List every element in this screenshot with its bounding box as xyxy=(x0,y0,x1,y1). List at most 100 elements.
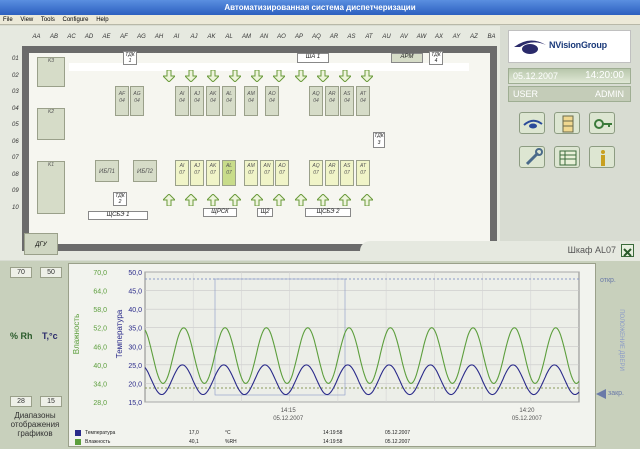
ups-2[interactable]: ИБП2 xyxy=(133,160,157,182)
cabinet[interactable]: AN 07 xyxy=(260,160,274,186)
cabinet-row: 04 xyxy=(248,98,254,104)
cabinet-id: AO xyxy=(268,91,276,97)
cabinet-row: 04 xyxy=(269,98,275,104)
company-logo: NVisionGroup xyxy=(508,30,631,63)
tdk-4[interactable]: ТДК 4 xyxy=(429,51,443,65)
settings-button[interactable] xyxy=(519,146,545,168)
cabinet[interactable]: AT 07 xyxy=(356,160,370,186)
cabinet[interactable]: AI 04 xyxy=(175,86,189,116)
close-button[interactable] xyxy=(621,244,634,257)
status-panel: NVisionGroup 05.12.2007 14:20:00 USER AD… xyxy=(500,26,640,260)
tdk-1[interactable]: ТДК 1 xyxy=(123,51,137,65)
ups-label: ИБП2 xyxy=(137,169,153,175)
cabinet-k2[interactable]: K2 xyxy=(37,108,65,140)
menu-view[interactable]: View xyxy=(20,17,33,23)
cabinet-k1[interactable]: K1 xyxy=(37,161,65,214)
eye-icon xyxy=(523,119,543,129)
table-button[interactable] xyxy=(554,146,580,168)
cabinet-k3[interactable]: K3 xyxy=(37,57,65,87)
ups-1[interactable]: ИБП1 xyxy=(95,160,119,182)
cabinet[interactable]: AM 07 xyxy=(244,160,258,186)
panel-shch[interactable]: Щ2 xyxy=(257,208,273,217)
info-icon xyxy=(601,150,605,166)
cabinet[interactable]: AI 07 xyxy=(175,160,189,186)
cabinet[interactable]: AR 04 xyxy=(325,86,339,116)
row-header: 01 xyxy=(12,56,19,62)
cabinet[interactable]: AT 04 xyxy=(356,86,370,116)
panel-shsge1[interactable]: ЩСБЭ 1 xyxy=(88,211,148,220)
menu-configure[interactable]: Configure xyxy=(63,17,89,23)
arrow-up-icon xyxy=(229,194,241,206)
panel-shsge2[interactable]: ЩСБЭ 2 xyxy=(305,208,351,217)
cabinet-row: 04 xyxy=(329,98,335,104)
rh-min-input[interactable]: 28 xyxy=(10,396,32,407)
detail-panel: 70 50 % Rh T,°c 28 15 Диапазоны отображе… xyxy=(0,261,640,449)
cabinet[interactable]: AQ 04 xyxy=(309,86,323,116)
cabinet[interactable]: AM 04 xyxy=(244,86,258,116)
temperature-tick: 40,0 xyxy=(128,307,142,314)
range-caption: Диапазоны отображения графиков xyxy=(10,411,60,438)
detail-title: Шкаф AL07 xyxy=(567,245,616,255)
row-header: 08 xyxy=(12,171,19,178)
column-header: AX xyxy=(434,34,443,40)
cabinet[interactable]: AQ 07 xyxy=(309,160,323,186)
cabinet[interactable]: AJ 04 xyxy=(190,86,204,116)
x-tick-time: 14:15 xyxy=(281,408,297,414)
arrow-up-icon xyxy=(273,194,285,206)
arrow-down-icon xyxy=(339,70,351,82)
column-header: AP xyxy=(294,34,303,40)
panel-shrsk[interactable]: ЩРСК xyxy=(203,208,237,217)
t-min-input[interactable]: 15 xyxy=(40,396,62,407)
cabinet-id: AI xyxy=(179,163,185,169)
cabinet[interactable]: AF 04 xyxy=(115,86,129,116)
access-button[interactable] xyxy=(589,112,615,134)
t-max-input[interactable]: 50 xyxy=(40,267,62,278)
cabinet[interactable]: AS 07 xyxy=(340,160,354,186)
cabinet[interactable]: AK 04 xyxy=(206,86,220,116)
y-axis-label-humidity: Влажность xyxy=(72,314,81,355)
temperature-tick: 20,0 xyxy=(128,381,142,388)
tdk-3[interactable]: ТДК 3 xyxy=(373,132,385,148)
column-header: AT xyxy=(365,34,373,40)
cabinet[interactable]: AS 04 xyxy=(340,86,354,116)
cabinet-row: 07 xyxy=(313,170,319,176)
row-header: 05 xyxy=(12,122,19,128)
arrow-up-icon xyxy=(295,194,307,206)
legend-row[interactable]: Температура 17,0 °C 14:19:58 05.12.2007 xyxy=(73,429,593,437)
cabinet[interactable]: AO 07 xyxy=(275,160,289,186)
column-header: AC xyxy=(67,34,76,40)
tdk-2[interactable]: ТДК 2 xyxy=(113,192,127,206)
menu-tools[interactable]: Tools xyxy=(41,17,55,23)
cabinet[interactable]: AJ 07 xyxy=(190,160,204,186)
info-button[interactable] xyxy=(589,146,615,168)
column-header: AJ xyxy=(190,34,198,40)
chart-container: 70,0 50,0 64,0 45,0 58,0 40,0 52,0 35,0 46,0 30,0… xyxy=(68,263,596,447)
cabinet-id: AK xyxy=(209,163,217,169)
monitor-button[interactable] xyxy=(519,112,545,134)
cabinet-row: 04 xyxy=(360,98,366,104)
racks-button[interactable] xyxy=(554,112,580,134)
humidity-tick: 70,0 xyxy=(93,270,107,277)
generator-dgu[interactable]: ДГУ xyxy=(24,233,58,255)
cabinet[interactable]: AO 04 xyxy=(265,86,279,116)
legend-swatch xyxy=(75,439,81,445)
cabinet[interactable]: AK 07 xyxy=(206,160,220,186)
panel-sha1[interactable]: ША 1 xyxy=(297,53,329,63)
arrow-down-icon xyxy=(295,70,307,82)
workstation-arm[interactable]: АРМ xyxy=(391,53,423,63)
rh-max-input[interactable]: 70 xyxy=(10,267,32,278)
cabinet[interactable]: AL 04 xyxy=(222,86,236,116)
menu-file[interactable]: File xyxy=(3,17,13,23)
y-axis-label-temperature: Температура xyxy=(115,309,124,358)
x-tick-time: 14:20 xyxy=(519,408,535,414)
legend-time: 14:19:58 xyxy=(323,439,343,445)
arrow-up-icon xyxy=(207,194,219,206)
arrow-down-icon xyxy=(251,70,263,82)
menu-help[interactable]: Help xyxy=(96,17,108,23)
legend-row[interactable]: Влажность 40,1 %RH 14:19:58 05.12.2007 xyxy=(73,438,593,446)
cabinet-label: K1 xyxy=(47,162,55,168)
cabinet-selected[interactable]: AL 07 xyxy=(222,160,236,186)
row-header: 06 xyxy=(12,138,19,145)
cabinet[interactable]: AR 07 xyxy=(325,160,339,186)
cabinet[interactable]: AG 04 xyxy=(130,86,144,116)
